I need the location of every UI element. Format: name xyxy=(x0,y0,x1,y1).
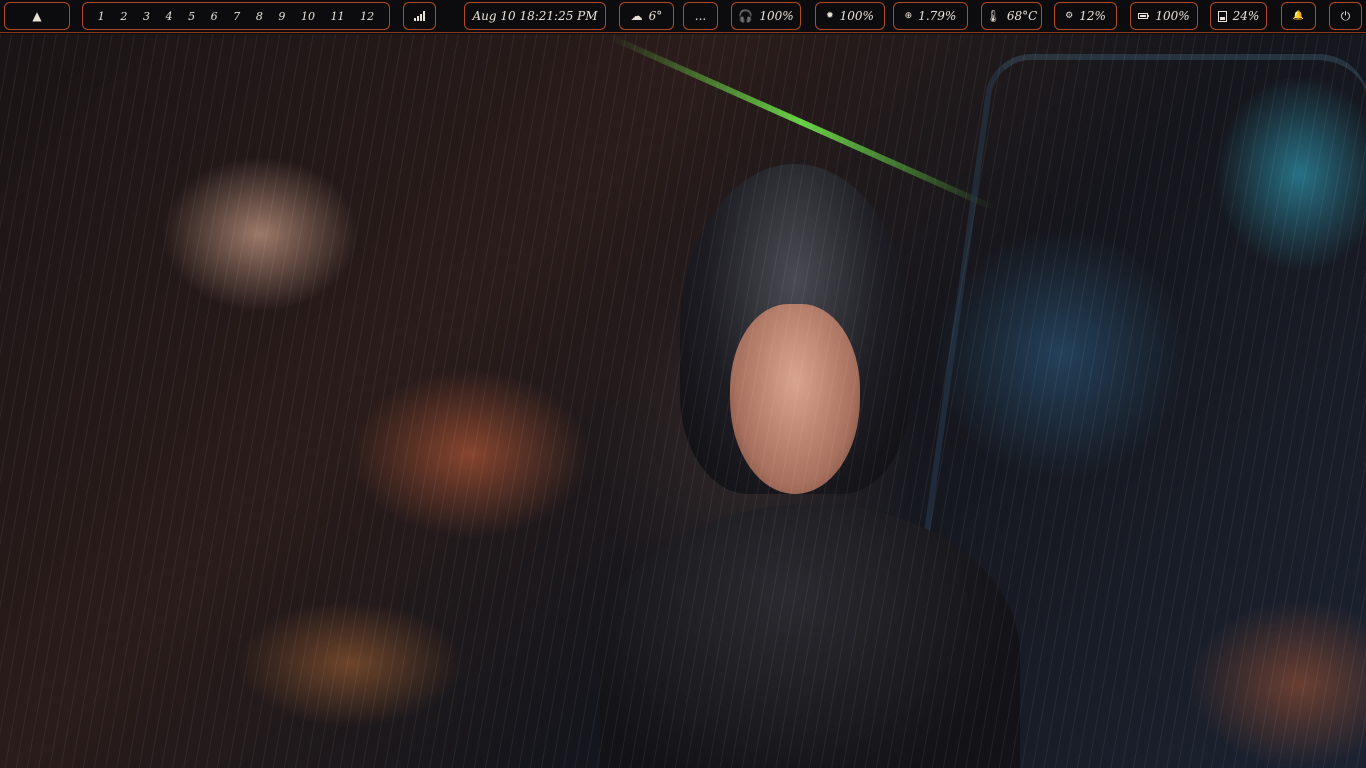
thermometer-icon: 🌡 xyxy=(985,9,1001,23)
workspace-6[interactable]: 6 xyxy=(209,10,220,23)
sun-icon: ✹ xyxy=(826,11,834,21)
temperature-widget[interactable]: 🌡 68°C xyxy=(981,2,1042,30)
workspace-7[interactable]: 7 xyxy=(231,10,242,23)
rain-cloud-icon: ☁ xyxy=(630,9,643,23)
more-label: ... xyxy=(694,9,707,23)
disk-value: 24% xyxy=(1232,9,1260,23)
cpu-icon: ⊕ xyxy=(904,11,913,21)
bell-icon: 🔔 xyxy=(1292,11,1305,21)
disk-icon xyxy=(1217,10,1227,22)
weather-widget[interactable]: ☁ 6° xyxy=(619,2,674,30)
temperature-value: 68°C xyxy=(1006,9,1038,23)
desktop-wallpaper xyxy=(0,34,1366,768)
disk-widget[interactable]: 24% xyxy=(1210,2,1267,30)
cpu-load-value: 12% xyxy=(1079,9,1106,23)
volume-value: 100% xyxy=(759,9,794,23)
network-button[interactable] xyxy=(403,2,436,30)
workspace-12[interactable]: 12 xyxy=(358,10,376,23)
rain-overlay xyxy=(0,34,1366,768)
gear-icon: ⚙ xyxy=(1065,11,1074,21)
workspace-4[interactable]: 4 xyxy=(164,10,175,23)
brightness-widget[interactable]: ✹ 100% xyxy=(815,2,885,30)
volume-widget[interactable]: 🎧 100% xyxy=(731,2,801,30)
cpu-widget[interactable]: ⊕ 1.79% xyxy=(893,2,968,30)
workspace-10[interactable]: 10 xyxy=(299,10,317,23)
launcher-button[interactable]: ▲ xyxy=(4,2,70,30)
clock[interactable]: Aug 10 18:21:25 PM xyxy=(464,2,606,30)
notifications-button[interactable]: 🔔 xyxy=(1281,2,1316,30)
battery-value: 100% xyxy=(1155,9,1190,23)
workspace-5[interactable]: 5 xyxy=(186,10,197,23)
arch-logo-icon: ▲ xyxy=(32,9,42,23)
workspace-switcher: 1 2 3 4 5 6 7 8 9 10 11 12 xyxy=(82,2,390,30)
power-button[interactable]: ⏻ xyxy=(1329,2,1362,30)
clock-text: Aug 10 18:21:25 PM xyxy=(472,9,598,23)
battery-widget[interactable]: 100% xyxy=(1130,2,1198,30)
signal-bars-icon xyxy=(413,11,425,21)
brightness-value: 100% xyxy=(839,9,874,23)
power-icon: ⏻ xyxy=(1340,8,1351,23)
cpu-value: 1.79% xyxy=(918,9,957,23)
workspace-11[interactable]: 11 xyxy=(329,10,347,23)
weather-temp: 6° xyxy=(648,9,663,23)
workspace-1[interactable]: 1 xyxy=(96,10,107,23)
workspace-2[interactable]: 2 xyxy=(118,10,129,23)
more-button[interactable]: ... xyxy=(683,2,718,30)
top-bar: ▲ 1 2 3 4 5 6 7 8 9 10 11 12 Aug 10 18:21:25 PM ☁ 6… xyxy=(0,0,1366,33)
workspace-8[interactable]: 8 xyxy=(254,10,265,23)
battery-icon xyxy=(1138,13,1150,19)
workspace-9[interactable]: 9 xyxy=(276,10,287,23)
workspace-3[interactable]: 3 xyxy=(141,10,152,23)
headphones-icon: 🎧 xyxy=(738,9,754,23)
cpu-load-widget[interactable]: ⚙ 12% xyxy=(1054,2,1117,30)
